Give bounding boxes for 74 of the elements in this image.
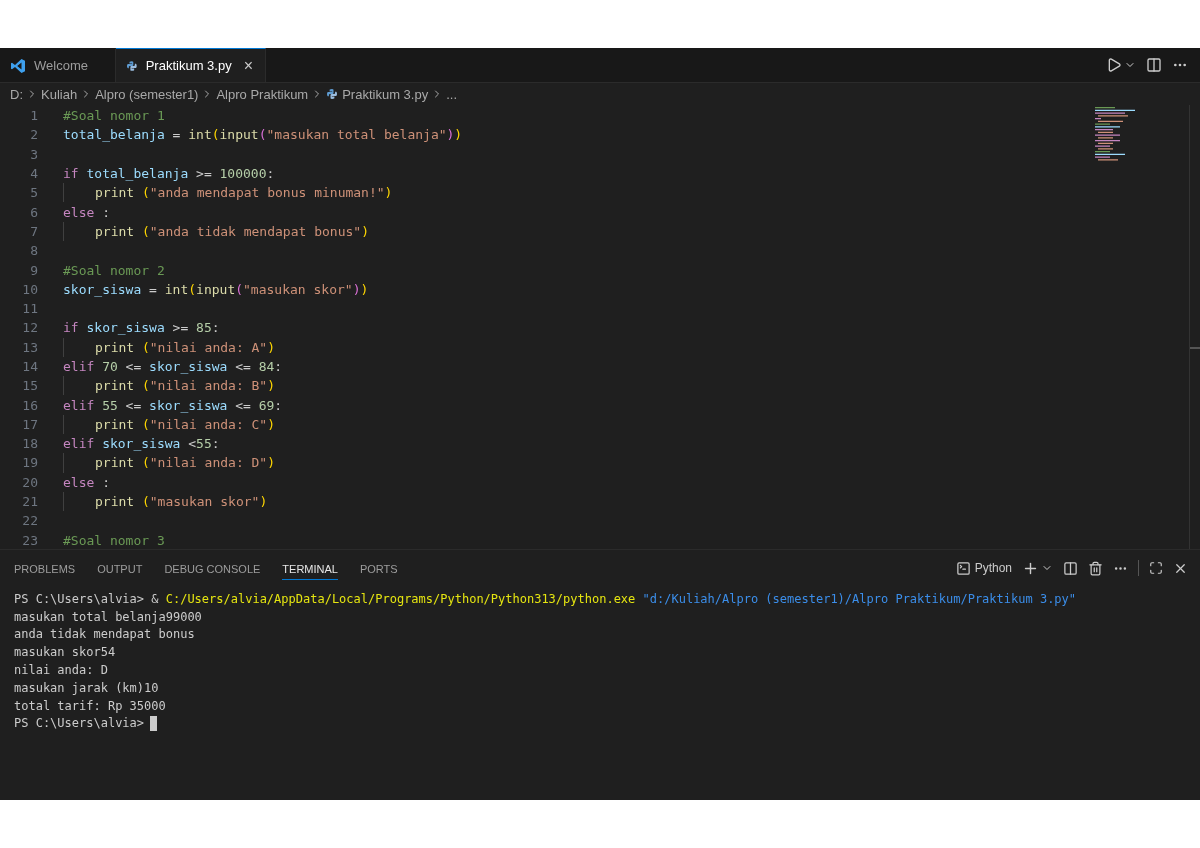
line-number: 8 [29,243,39,259]
scrollbar[interactable] [1189,105,1200,549]
code-line: else : [63,474,110,490]
terminal-selector[interactable]: Python [955,560,1012,576]
line-number: 12 [21,320,39,336]
line-number: 7 [29,223,39,239]
terminal-line: nilai anda: D [14,663,108,678]
line-number: 22 [21,513,39,529]
code-line: print ("anda mendapat bonus minuman!") [95,185,393,201]
line-number: 4 [29,166,39,182]
code-line: total_belanja = int(input("masukan total belanja")) [63,127,463,143]
split-terminal-icon[interactable] [1063,560,1078,576]
terminal-line: masukan jarak (km)10 [14,680,159,695]
line-number: 18 [21,436,39,452]
breadcrumb-item[interactable]: Kuliah [41,86,78,102]
breadcrumb-item[interactable]: Praktikum 3.py [326,86,429,102]
line-number: 3 [29,146,39,162]
line-number: 20 [21,474,39,490]
code-line: #Soal nomor 2 [63,262,165,278]
line-number: 2 [29,127,39,143]
line-number: 9 [29,262,39,278]
terminal-line: anda tidak mendapat bonus [14,627,195,642]
python-file-icon [326,88,339,100]
breadcrumb-item[interactable]: Alpro (semester1) [95,86,199,102]
terminal-line: masukan total belanja99000 [14,609,202,624]
code-line: elif 70 <= skor_siswa <= 84: [63,359,283,374]
line-number: 11 [21,301,39,317]
terminal-line: masukan skor54 [14,645,116,660]
trash-icon[interactable] [1088,560,1103,576]
split-editor-icon[interactable] [1146,57,1162,73]
line-number: 10 [21,281,39,297]
code-line: #Soal nomor 1 [63,108,165,124]
code-line: print ("anda tidak mendapat bonus") [95,223,369,239]
terminal-line: total tarif: Rp 35000 [14,698,166,713]
line-number: 19 [21,455,39,471]
line-number: 14 [21,359,39,374]
code-line: if total_belanja >= 100000: [63,166,275,182]
panel-tab[interactable]: DEBUG CONSOLE [164,556,261,580]
terminal-icon [955,560,971,576]
code-line: if skor_siswa >= 85: [63,320,220,336]
line-number: 15 [21,378,39,394]
line-number: 5 [29,185,39,201]
python-file-icon [126,59,138,72]
breadcrumb-item[interactable]: D: [10,86,23,102]
breadcrumb-item[interactable]: ... [446,86,458,102]
line-number: 1 [29,108,39,124]
code-line: print ("nilai anda: B") [95,378,276,394]
code-editor-logo-icon [10,57,26,74]
panel-tab[interactable]: PROBLEMS [14,556,76,580]
code-line: print ("masukan skor") [95,494,268,510]
line-number: 6 [29,204,39,220]
line-number: 17 [21,416,39,432]
code-line: skor_siswa = int(input("masukan skor")) [63,281,369,297]
code-line: else : [63,204,110,220]
code-line: #Soal nomor 3 [63,532,165,548]
terminal-line: PS C:\Users\alvia> & C:/Users/alvia/AppData/Local/Programs/Python/Python313/python.exe "d:/Kuliah/Alpro (semester1)/Alpro Praktikum/Praktikum 3.py" [14,591,1077,606]
line-number: 13 [21,339,39,355]
code-line: elif skor_siswa <55: [63,436,220,452]
line-number: 16 [21,397,39,413]
panel-tab[interactable]: OUTPUT [97,556,143,580]
code-line: print ("nilai anda: D") [95,455,276,471]
code-line: print ("nilai anda: A") [95,339,276,355]
breadcrumb-item[interactable]: Alpro Praktikum [216,86,309,102]
close-tab-button[interactable]: × [243,56,253,75]
code-line: print ("nilai anda: C") [95,416,276,432]
code-line: elif 55 <= skor_siswa <= 69: [63,397,283,413]
line-number: 21 [21,494,39,510]
editor-tab[interactable]: Praktikum 3.py × [116,48,266,82]
maximize-icon[interactable] [1149,561,1163,575]
terminal-line: PS C:\Users\alvia> [14,716,145,731]
run-icon[interactable] [1106,57,1122,73]
line-number: 23 [21,532,39,548]
panel-tab[interactable]: TERMINAL [282,556,338,580]
panel-tab[interactable]: PORTS [359,556,398,580]
